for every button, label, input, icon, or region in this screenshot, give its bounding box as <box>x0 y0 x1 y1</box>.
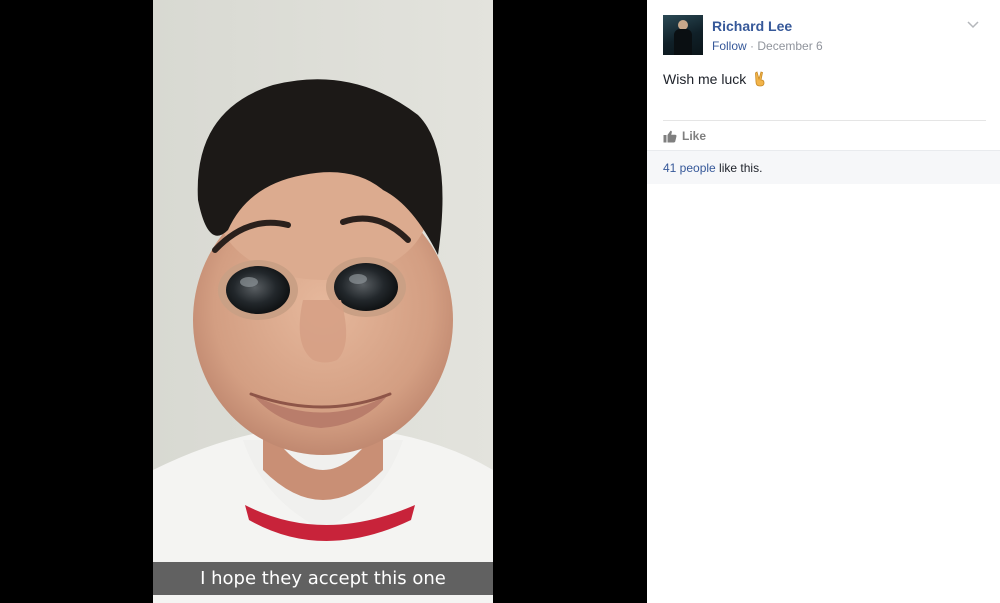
post-photo[interactable]: I hope they accept this one <box>153 0 493 603</box>
post-message: Wish me luck <box>663 71 767 87</box>
thumbs-up-icon <box>663 130 677 143</box>
like-button[interactable]: Like <box>663 127 706 145</box>
snap-caption: I hope they accept this one <box>153 562 493 595</box>
photo-viewer: I hope they accept this one <box>0 0 647 603</box>
avatar[interactable] <box>663 15 703 55</box>
post-meta: Follow · December 6 <box>712 39 823 53</box>
meta-separator: · <box>746 39 758 53</box>
divider <box>663 120 986 121</box>
likes-summary: 41 people like this. <box>647 150 1000 184</box>
post-text: Wish me luck <box>663 71 747 87</box>
avatar-body <box>674 29 692 55</box>
chevron-down-icon[interactable] <box>965 17 981 33</box>
victory-hand-icon <box>753 71 767 87</box>
post-sidebar: Richard Lee Follow · December 6 Wish me … <box>647 0 1000 603</box>
likes-suffix: like this. <box>715 161 763 175</box>
post-date[interactable]: December 6 <box>757 39 822 53</box>
likes-count-link[interactable]: 41 people <box>663 161 716 175</box>
post-header: Richard Lee Follow · December 6 <box>663 15 993 55</box>
follow-link[interactable]: Follow <box>712 39 747 53</box>
photo-image <box>153 0 493 603</box>
like-label: Like <box>682 129 707 143</box>
author-name[interactable]: Richard Lee <box>712 18 792 34</box>
